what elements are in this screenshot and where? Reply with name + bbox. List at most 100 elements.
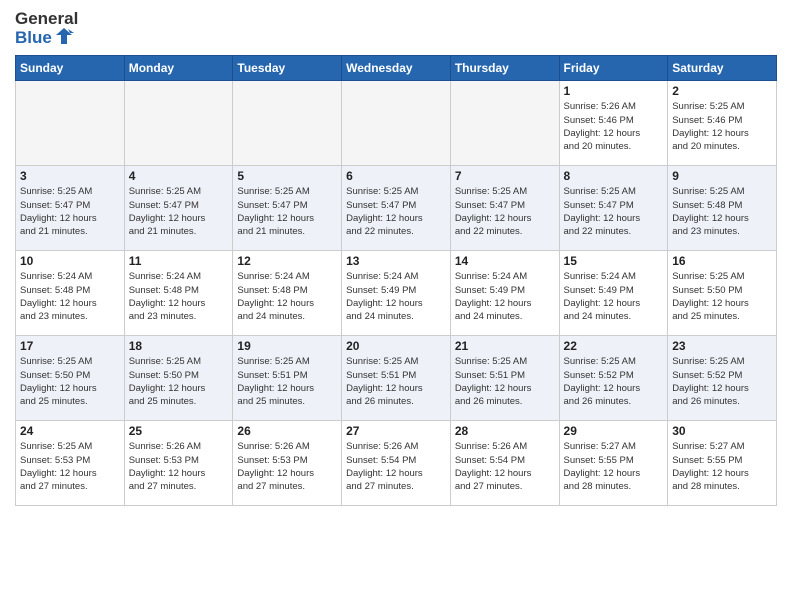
day-number: 25 (129, 424, 229, 438)
day-info: Sunrise: 5:25 AM Sunset: 5:50 PM Dayligh… (20, 355, 120, 408)
day-info: Sunrise: 5:26 AM Sunset: 5:53 PM Dayligh… (237, 440, 337, 493)
day-number: 5 (237, 169, 337, 183)
day-info: Sunrise: 5:24 AM Sunset: 5:48 PM Dayligh… (20, 270, 120, 323)
calendar-cell: 29 Sunrise: 5:27 AM Sunset: 5:55 PM Dayli… (559, 421, 668, 506)
logo-combined: General Blue (15, 10, 78, 47)
day-number: 24 (20, 424, 120, 438)
logo-bird-icon (54, 26, 74, 46)
day-number: 4 (129, 169, 229, 183)
calendar-week-row: 3 Sunrise: 5:25 AM Sunset: 5:47 PM Daylig… (16, 166, 777, 251)
day-info: Sunrise: 5:25 AM Sunset: 5:53 PM Dayligh… (20, 440, 120, 493)
day-info: Sunrise: 5:25 AM Sunset: 5:51 PM Dayligh… (346, 355, 446, 408)
day-number: 17 (20, 339, 120, 353)
day-number: 12 (237, 254, 337, 268)
day-number: 29 (564, 424, 664, 438)
day-info: Sunrise: 5:25 AM Sunset: 5:51 PM Dayligh… (237, 355, 337, 408)
weekday-header: Tuesday (233, 56, 342, 81)
day-info: Sunrise: 5:25 AM Sunset: 5:47 PM Dayligh… (455, 185, 555, 238)
day-info: Sunrise: 5:25 AM Sunset: 5:52 PM Dayligh… (672, 355, 772, 408)
calendar-cell (450, 81, 559, 166)
day-info: Sunrise: 5:25 AM Sunset: 5:50 PM Dayligh… (672, 270, 772, 323)
day-info: Sunrise: 5:25 AM Sunset: 5:50 PM Dayligh… (129, 355, 229, 408)
day-info: Sunrise: 5:24 AM Sunset: 5:49 PM Dayligh… (564, 270, 664, 323)
calendar-cell: 21 Sunrise: 5:25 AM Sunset: 5:51 PM Dayli… (450, 336, 559, 421)
day-number: 27 (346, 424, 446, 438)
day-number: 7 (455, 169, 555, 183)
day-number: 3 (20, 169, 120, 183)
day-number: 6 (346, 169, 446, 183)
calendar-cell: 14 Sunrise: 5:24 AM Sunset: 5:49 PM Dayli… (450, 251, 559, 336)
calendar-cell: 27 Sunrise: 5:26 AM Sunset: 5:54 PM Dayli… (342, 421, 451, 506)
calendar-cell: 13Sunrise: 5:24 AM Sunset: 5:49 PM Dayli… (342, 251, 451, 336)
calendar-cell: 8 Sunrise: 5:25 AM Sunset: 5:47 PM Daylig… (559, 166, 668, 251)
weekday-header: Sunday (16, 56, 125, 81)
day-info: Sunrise: 5:25 AM Sunset: 5:47 PM Dayligh… (20, 185, 120, 238)
calendar-header-row: SundayMondayTuesdayWednesdayThursdayFrid… (16, 56, 777, 81)
calendar-week-row: 17 Sunrise: 5:25 AM Sunset: 5:50 PM Dayli… (16, 336, 777, 421)
calendar-cell: 5 Sunrise: 5:25 AM Sunset: 5:47 PM Daylig… (233, 166, 342, 251)
day-info: Sunrise: 5:26 AM Sunset: 5:46 PM Dayligh… (564, 100, 664, 153)
day-info: Sunrise: 5:24 AM Sunset: 5:49 PM Dayligh… (455, 270, 555, 323)
calendar-page: General Blue SundayMondayTuesdayWednesda… (0, 0, 792, 612)
day-info: Sunrise: 5:26 AM Sunset: 5:54 PM Dayligh… (346, 440, 446, 493)
day-number: 13 (346, 254, 446, 268)
weekday-header: Saturday (668, 56, 777, 81)
logo: General Blue (15, 10, 78, 47)
weekday-header: Wednesday (342, 56, 451, 81)
day-number: 8 (564, 169, 664, 183)
day-info: Sunrise: 5:25 AM Sunset: 5:52 PM Dayligh… (564, 355, 664, 408)
calendar-cell (124, 81, 233, 166)
day-number: 26 (237, 424, 337, 438)
day-info: Sunrise: 5:27 AM Sunset: 5:55 PM Dayligh… (564, 440, 664, 493)
day-info: Sunrise: 5:25 AM Sunset: 5:51 PM Dayligh… (455, 355, 555, 408)
day-info: Sunrise: 5:26 AM Sunset: 5:53 PM Dayligh… (129, 440, 229, 493)
day-number: 9 (672, 169, 772, 183)
day-info: Sunrise: 5:24 AM Sunset: 5:48 PM Dayligh… (129, 270, 229, 323)
day-info: Sunrise: 5:27 AM Sunset: 5:55 PM Dayligh… (672, 440, 772, 493)
weekday-header: Monday (124, 56, 233, 81)
weekday-header: Friday (559, 56, 668, 81)
day-number: 14 (455, 254, 555, 268)
calendar-cell: 23Sunrise: 5:25 AM Sunset: 5:52 PM Dayli… (668, 336, 777, 421)
calendar-cell: 15 Sunrise: 5:24 AM Sunset: 5:49 PM Dayli… (559, 251, 668, 336)
calendar-cell (16, 81, 125, 166)
day-number: 1 (564, 84, 664, 98)
calendar-cell: 11 Sunrise: 5:24 AM Sunset: 5:48 PM Dayli… (124, 251, 233, 336)
calendar-cell: 3 Sunrise: 5:25 AM Sunset: 5:47 PM Daylig… (16, 166, 125, 251)
day-info: Sunrise: 5:26 AM Sunset: 5:54 PM Dayligh… (455, 440, 555, 493)
day-number: 10 (20, 254, 120, 268)
day-number: 20 (346, 339, 446, 353)
day-number: 21 (455, 339, 555, 353)
calendar-cell: 10 Sunrise: 5:24 AM Sunset: 5:48 PM Dayli… (16, 251, 125, 336)
header: General Blue (15, 10, 777, 47)
day-number: 22 (564, 339, 664, 353)
day-number: 11 (129, 254, 229, 268)
day-number: 15 (564, 254, 664, 268)
calendar-cell: 7 Sunrise: 5:25 AM Sunset: 5:47 PM Daylig… (450, 166, 559, 251)
day-number: 28 (455, 424, 555, 438)
calendar-cell: 22 Sunrise: 5:25 AM Sunset: 5:52 PM Dayli… (559, 336, 668, 421)
calendar-cell: 16 Sunrise: 5:25 AM Sunset: 5:50 PM Dayli… (668, 251, 777, 336)
calendar-cell: 18 Sunrise: 5:25 AM Sunset: 5:50 PM Dayli… (124, 336, 233, 421)
day-info: Sunrise: 5:25 AM Sunset: 5:47 PM Dayligh… (564, 185, 664, 238)
calendar-cell: 20 Sunrise: 5:25 AM Sunset: 5:51 PM Dayli… (342, 336, 451, 421)
day-number: 18 (129, 339, 229, 353)
calendar-cell: 28 Sunrise: 5:26 AM Sunset: 5:54 PM Dayli… (450, 421, 559, 506)
calendar-cell: 4Sunrise: 5:25 AM Sunset: 5:47 PM Daylig… (124, 166, 233, 251)
day-info: Sunrise: 5:24 AM Sunset: 5:48 PM Dayligh… (237, 270, 337, 323)
calendar-cell (233, 81, 342, 166)
day-number: 16 (672, 254, 772, 268)
calendar-cell: 19Sunrise: 5:25 AM Sunset: 5:51 PM Dayli… (233, 336, 342, 421)
day-number: 30 (672, 424, 772, 438)
calendar-week-row: 1 Sunrise: 5:26 AM Sunset: 5:46 PM Daylig… (16, 81, 777, 166)
day-info: Sunrise: 5:25 AM Sunset: 5:47 PM Dayligh… (237, 185, 337, 238)
calendar-cell: 9Sunrise: 5:25 AM Sunset: 5:48 PM Daylig… (668, 166, 777, 251)
calendar-cell: 25 Sunrise: 5:26 AM Sunset: 5:53 PM Dayli… (124, 421, 233, 506)
calendar-cell: 12 Sunrise: 5:24 AM Sunset: 5:48 PM Dayli… (233, 251, 342, 336)
day-info: Sunrise: 5:25 AM Sunset: 5:46 PM Dayligh… (672, 100, 772, 153)
calendar-cell: 2 Sunrise: 5:25 AM Sunset: 5:46 PM Daylig… (668, 81, 777, 166)
day-info: Sunrise: 5:25 AM Sunset: 5:47 PM Dayligh… (346, 185, 446, 238)
day-number: 2 (672, 84, 772, 98)
calendar-cell: 17 Sunrise: 5:25 AM Sunset: 5:50 PM Dayli… (16, 336, 125, 421)
calendar-cell: 30 Sunrise: 5:27 AM Sunset: 5:55 PM Dayli… (668, 421, 777, 506)
